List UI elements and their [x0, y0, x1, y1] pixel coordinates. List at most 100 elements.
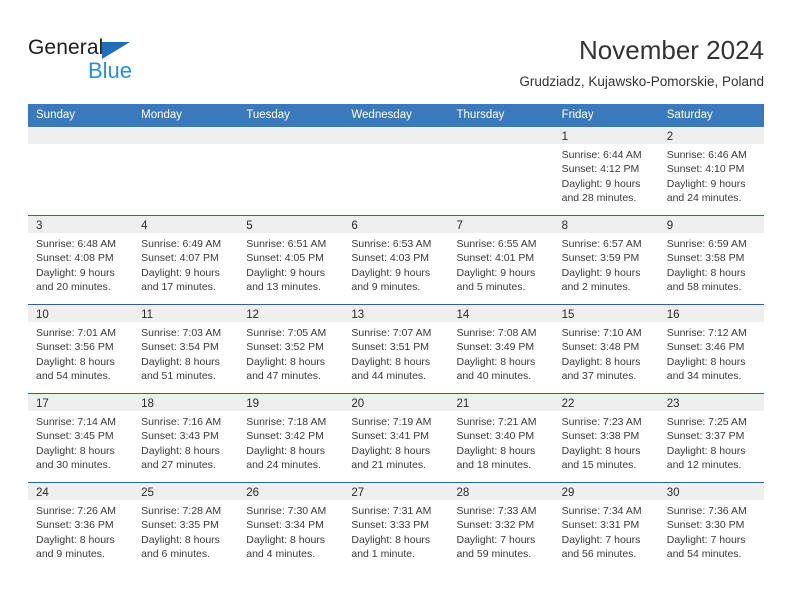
sunrise-text: Sunrise: 6:53 AM — [351, 238, 432, 250]
day-cell-20[interactable]: 20 Sunrise: 7:19 AM Sunset: 3:41 PM Dayligh… — [343, 394, 449, 482]
day-cell-1[interactable]: 1 Sunrise: 6:44 AM Sunset: 4:12 PM Daylight… — [553, 127, 659, 215]
calendar-week-row: 17 Sunrise: 7:14 AM Sunset: 3:45 PM Dayligh… — [28, 393, 764, 482]
day-details: Sunrise: 7:23 AM Sunset: 3:38 PM Daylight:… — [554, 412, 659, 472]
day-cell-17[interactable]: 17 Sunrise: 7:14 AM Sunset: 3:45 PM Dayligh… — [28, 394, 134, 482]
daylight-text-cont: and 5 minutes. — [456, 280, 526, 293]
day-details: Sunrise: 7:07 AM Sunset: 3:51 PM Daylight:… — [343, 323, 448, 383]
sunrise-text: Sunrise: 7:01 AM — [36, 327, 116, 339]
day-cell-empty — [238, 127, 344, 215]
daylight-text: Daylight: 8 hours — [456, 444, 536, 457]
day-number-band: 18 — [133, 394, 239, 412]
day-cell-23[interactable]: 23 Sunrise: 7:25 AM Sunset: 3:37 PM Dayligh… — [658, 394, 764, 482]
daylight-text: Daylight: 8 hours — [246, 444, 326, 457]
day-number-band: 27 — [343, 483, 449, 501]
day-cell-4[interactable]: 4 Sunrise: 6:49 AM Sunset: 4:07 PM Daylight… — [133, 216, 239, 304]
daylight-text-cont: and 56 minutes. — [561, 547, 637, 560]
sunrise-text: Sunrise: 7:36 AM — [666, 505, 747, 517]
day-cell-24[interactable]: 24 Sunrise: 7:26 AM Sunset: 3:36 PM Dayligh… — [28, 483, 134, 571]
day-number-band: 2 — [658, 127, 764, 145]
day-cell-11[interactable]: 11 Sunrise: 7:03 AM Sunset: 3:54 PM Dayligh… — [133, 305, 239, 393]
day-details: Sunrise: 6:46 AM Sunset: 4:10 PM Daylight:… — [659, 145, 764, 205]
sunrise-text: Sunrise: 7:19 AM — [351, 416, 432, 428]
calendar-page: General Blue November 2024 Grudziadz, Ku… — [0, 0, 792, 612]
day-number: 20 — [351, 398, 365, 410]
daylight-text: Daylight: 8 hours — [36, 355, 115, 368]
daylight-text-cont: and 51 minutes. — [141, 369, 216, 382]
daylight-text-cont: and 1 minute. — [351, 547, 416, 560]
day-cell-5[interactable]: 5 Sunrise: 6:51 AM Sunset: 4:05 PM Daylight… — [238, 216, 344, 304]
day-number: 15 — [561, 309, 575, 321]
weekday-header-tuesday: Tuesday — [246, 109, 290, 121]
day-cell-29[interactable]: 29 Sunrise: 7:34 AM Sunset: 3:31 PM Dayligh… — [553, 483, 659, 571]
generalblue-logo[interactable]: General Blue — [28, 36, 268, 88]
day-cell-21[interactable]: 21 Sunrise: 7:21 AM Sunset: 3:40 PM Dayligh… — [448, 394, 554, 482]
daylight-text: Daylight: 9 hours — [246, 266, 326, 279]
day-cell-6[interactable]: 6 Sunrise: 6:53 AM Sunset: 4:03 PM Daylight… — [343, 216, 449, 304]
day-details: Sunrise: 7:30 AM Sunset: 3:34 PM Daylight:… — [238, 501, 343, 561]
day-cell-14[interactable]: 14 Sunrise: 7:08 AM Sunset: 3:49 PM Dayligh… — [448, 305, 554, 393]
day-cell-8[interactable]: 8 Sunrise: 6:57 AM Sunset: 3:59 PM Daylight… — [553, 216, 659, 304]
day-cell-25[interactable]: 25 Sunrise: 7:28 AM Sunset: 3:35 PM Dayligh… — [133, 483, 239, 571]
day-number: 14 — [456, 309, 470, 321]
day-cell-26[interactable]: 26 Sunrise: 7:30 AM Sunset: 3:34 PM Dayligh… — [238, 483, 344, 571]
logo-triangle-icon — [102, 42, 130, 59]
calendar-week-row: 10 Sunrise: 7:01 AM Sunset: 3:56 PM Dayligh… — [28, 304, 764, 393]
sunrise-text: Sunrise: 6:44 AM — [561, 149, 642, 161]
day-cell-7[interactable]: 7 Sunrise: 6:55 AM Sunset: 4:01 PM Daylight… — [448, 216, 554, 304]
day-number: 24 — [36, 487, 49, 499]
logo-text-general: General — [28, 36, 104, 59]
day-cell-19[interactable]: 19 Sunrise: 7:18 AM Sunset: 3:42 PM Dayligh… — [238, 394, 344, 482]
day-cell-30[interactable]: 30 Sunrise: 7:36 AM Sunset: 3:30 PM Dayligh… — [658, 483, 764, 571]
daylight-text-cont: and 34 minutes. — [666, 369, 742, 382]
day-number-band — [343, 127, 449, 145]
day-cell-10[interactable]: 10 Sunrise: 7:01 AM Sunset: 3:56 PM Dayligh… — [28, 305, 134, 393]
daylight-text: Daylight: 7 hours — [561, 533, 641, 546]
day-details: Sunrise: 6:49 AM Sunset: 4:07 PM Daylight:… — [133, 234, 238, 294]
day-number-band: 9 — [658, 216, 764, 234]
daylight-text-cont: and 30 minutes. — [36, 458, 111, 471]
day-details: Sunrise: 7:21 AM Sunset: 3:40 PM Daylight:… — [449, 412, 554, 472]
day-cell-empty — [28, 127, 134, 215]
daylight-text: Daylight: 8 hours — [36, 444, 115, 457]
day-number: 30 — [666, 487, 680, 499]
sunrise-text: Sunrise: 6:55 AM — [456, 238, 537, 250]
day-number-band: 4 — [133, 216, 239, 234]
day-number: 12 — [246, 309, 260, 321]
daylight-text: Daylight: 9 hours — [351, 266, 431, 279]
daylight-text-cont: and 37 minutes. — [561, 369, 637, 382]
daylight-text-cont: and 2 minutes. — [561, 280, 631, 293]
sunset-text: Sunset: 3:51 PM — [351, 341, 430, 354]
day-number-band: 22 — [553, 394, 659, 412]
daylight-text: Daylight: 9 hours — [36, 266, 115, 279]
weekday-header-saturday: Saturday — [666, 109, 713, 121]
day-cell-9[interactable]: 9 Sunrise: 6:59 AM Sunset: 3:58 PM Daylight… — [658, 216, 764, 304]
sunrise-text: Sunrise: 6:46 AM — [666, 149, 747, 161]
logo-text-blue: Blue — [88, 58, 133, 83]
day-cell-28[interactable]: 28 Sunrise: 7:33 AM Sunset: 3:32 PM Dayligh… — [448, 483, 554, 571]
day-cell-15[interactable]: 15 Sunrise: 7:10 AM Sunset: 3:48 PM Dayligh… — [553, 305, 659, 393]
weekday-header-wednesday: Wednesday — [351, 109, 412, 121]
sunset-text: Sunset: 3:46 PM — [666, 341, 745, 354]
day-details: Sunrise: 6:53 AM Sunset: 4:03 PM Daylight:… — [343, 234, 448, 294]
day-cell-27[interactable]: 27 Sunrise: 7:31 AM Sunset: 3:33 PM Dayligh… — [343, 483, 449, 571]
daylight-text-cont: and 44 minutes. — [351, 369, 427, 382]
daylight-text: Daylight: 8 hours — [456, 355, 536, 368]
day-number: 27 — [351, 487, 365, 499]
calendar-week-row: 24 Sunrise: 7:26 AM Sunset: 3:36 PM Dayligh… — [28, 482, 764, 571]
day-cell-12[interactable]: 12 Sunrise: 7:05 AM Sunset: 3:52 PM Dayligh… — [238, 305, 344, 393]
page-title: November 2024 — [579, 35, 764, 65]
day-number: 26 — [246, 487, 260, 499]
day-cell-18[interactable]: 18 Sunrise: 7:16 AM Sunset: 3:43 PM Dayligh… — [133, 394, 239, 482]
daylight-text-cont: and 40 minutes. — [456, 369, 532, 382]
day-number: 29 — [561, 487, 575, 499]
day-cell-2[interactable]: 2 Sunrise: 6:46 AM Sunset: 4:10 PM Daylight… — [658, 127, 764, 215]
day-cell-3[interactable]: 3 Sunrise: 6:48 AM Sunset: 4:08 PM Daylight… — [28, 216, 134, 304]
day-cell-empty — [133, 127, 239, 215]
sunset-text: Sunset: 3:49 PM — [456, 341, 535, 354]
day-cell-16[interactable]: 16 Sunrise: 7:12 AM Sunset: 3:46 PM Dayligh… — [658, 305, 764, 393]
day-details: Sunrise: 7:01 AM Sunset: 3:56 PM Daylight:… — [28, 323, 133, 383]
day-cell-13[interactable]: 13 Sunrise: 7:07 AM Sunset: 3:51 PM Dayligh… — [343, 305, 449, 393]
sunset-text: Sunset: 3:41 PM — [351, 430, 430, 443]
day-cell-22[interactable]: 22 Sunrise: 7:23 AM Sunset: 3:38 PM Dayligh… — [553, 394, 659, 482]
daylight-text: Daylight: 8 hours — [666, 444, 746, 457]
